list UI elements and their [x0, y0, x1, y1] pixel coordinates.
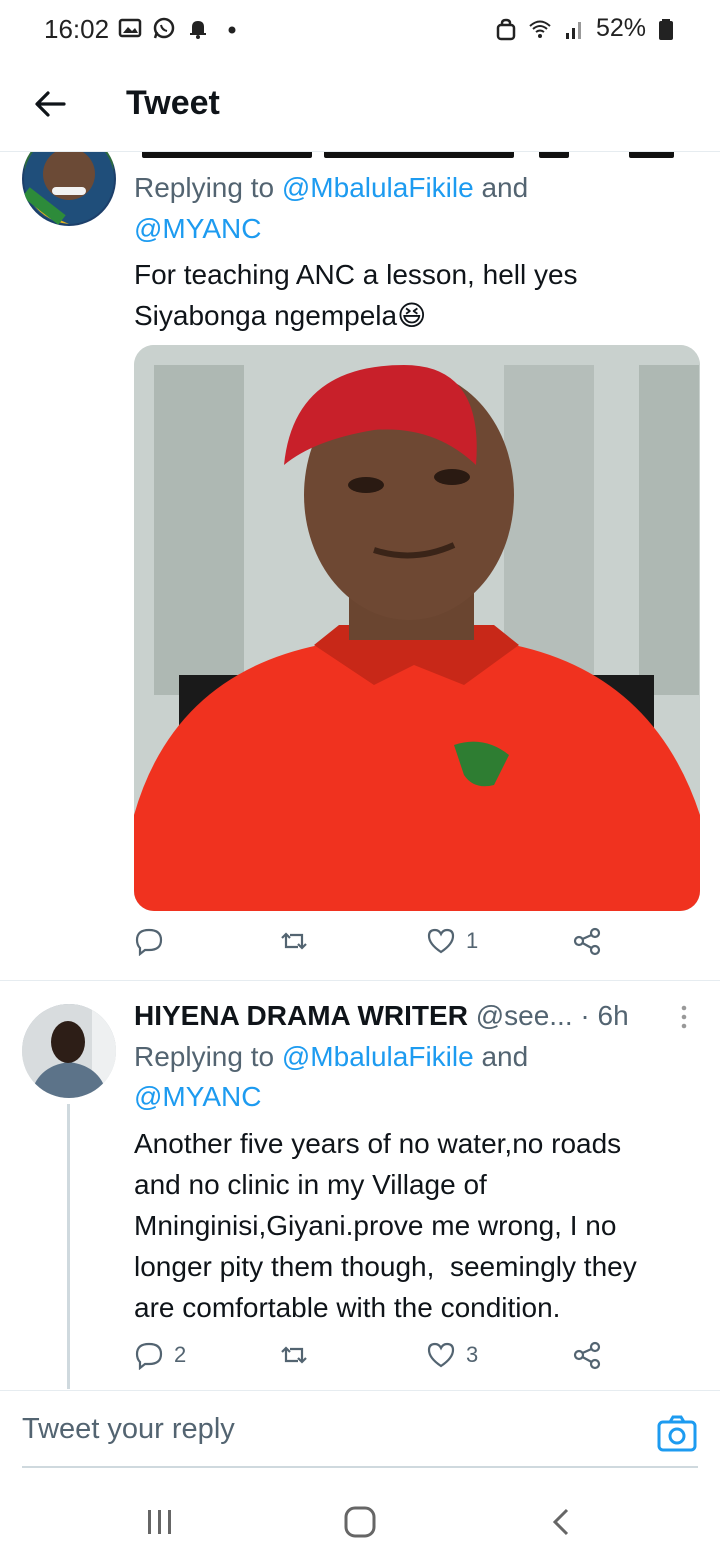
gallery-icon [118, 18, 142, 38]
home-icon[interactable] [340, 1502, 380, 1542]
recent-apps-icon[interactable] [140, 1502, 180, 1542]
mention-mbalulafikile[interactable]: @MbalulaFikile [282, 1041, 474, 1072]
status-bar: 16:02 52% [0, 0, 720, 60]
tweet2-replying-to: Replying to @MbalulaFikile and [134, 1041, 529, 1072]
share-icon [573, 1341, 601, 1370]
like-count: 3 [466, 1342, 479, 1367]
tweet1-actions: 1 [134, 926, 634, 966]
wifi-icon [529, 20, 551, 38]
reply-icon [135, 1342, 163, 1370]
more-options-icon[interactable] [680, 1004, 688, 1030]
share-button[interactable] [572, 1340, 602, 1370]
share-button[interactable] [572, 926, 602, 956]
like-button[interactable]: 3 [426, 1340, 478, 1370]
page-title: Tweet [126, 84, 220, 122]
tweet2-replying-to-line2: @MYANC [134, 1077, 261, 1117]
tweet2-time: · 6h [580, 1000, 629, 1031]
dot-icon [228, 26, 236, 34]
reply-count: 2 [174, 1342, 187, 1367]
tweet2-actions: 2 3 [134, 1340, 634, 1380]
retweet-button[interactable] [279, 1340, 319, 1370]
nav-back-icon[interactable] [542, 1502, 582, 1542]
status-time: 16:02 [44, 14, 110, 44]
tweet2-avatar[interactable] [22, 1004, 116, 1098]
signal-icon [565, 21, 581, 39]
battery-icon [659, 18, 673, 40]
status-right: 52% [494, 14, 680, 43]
reply-button[interactable] [134, 926, 174, 956]
mention-myanc[interactable]: @MYANC [134, 1081, 261, 1112]
lock-icon [496, 18, 516, 40]
battery-percent: 52% [595, 14, 646, 42]
mention-myanc[interactable]: @MYANC [134, 213, 261, 244]
reply-button[interactable]: 2 [134, 1340, 186, 1370]
tweet2-handle[interactable]: @see... [476, 1000, 573, 1031]
heart-icon [427, 1342, 455, 1368]
retweet-icon [281, 1346, 307, 1364]
tweet1-replying-to: Replying to @MbalulaFikile and [134, 172, 529, 203]
heart-icon [427, 928, 455, 954]
laughing-emoji-icon: 😆 [397, 300, 427, 331]
reply-icon [135, 928, 163, 956]
whatsapp-icon [153, 17, 175, 39]
reply-underline [22, 1466, 698, 1468]
reply-input[interactable]: Tweet your reply [22, 1413, 235, 1446]
tweet2-header: HIYENA DRAMA WRITER @see... · 6h [134, 996, 704, 1036]
top-header: Tweet [0, 62, 720, 152]
tweet1-replying-to-line2: @MYANC [134, 209, 261, 249]
notification-bell-icon [190, 21, 206, 39]
mention-mbalulafikile[interactable]: @MbalulaFikile [282, 172, 474, 203]
tweet-divider [0, 980, 720, 981]
tweet2-text: Another five years of no water,no roads … [134, 1128, 637, 1323]
tweet2-display-name[interactable]: HIYENA DRAMA WRITER [134, 1000, 468, 1031]
status-left-icons [118, 16, 244, 40]
share-icon [573, 927, 601, 956]
retweet-icon [281, 932, 307, 950]
camera-icon[interactable] [656, 1412, 698, 1454]
back-arrow-icon[interactable] [30, 84, 70, 124]
like-button[interactable]: 1 [426, 926, 478, 956]
tweet1-text: For teaching ANC a lesson, hell yes Siya… [134, 259, 578, 331]
retweet-button[interactable] [279, 926, 319, 956]
system-nav-bar [0, 1480, 720, 1560]
thread-line [67, 1104, 70, 1389]
tweet1-media-image[interactable] [134, 345, 700, 911]
reply-bar: Tweet your reply [0, 1390, 720, 1470]
